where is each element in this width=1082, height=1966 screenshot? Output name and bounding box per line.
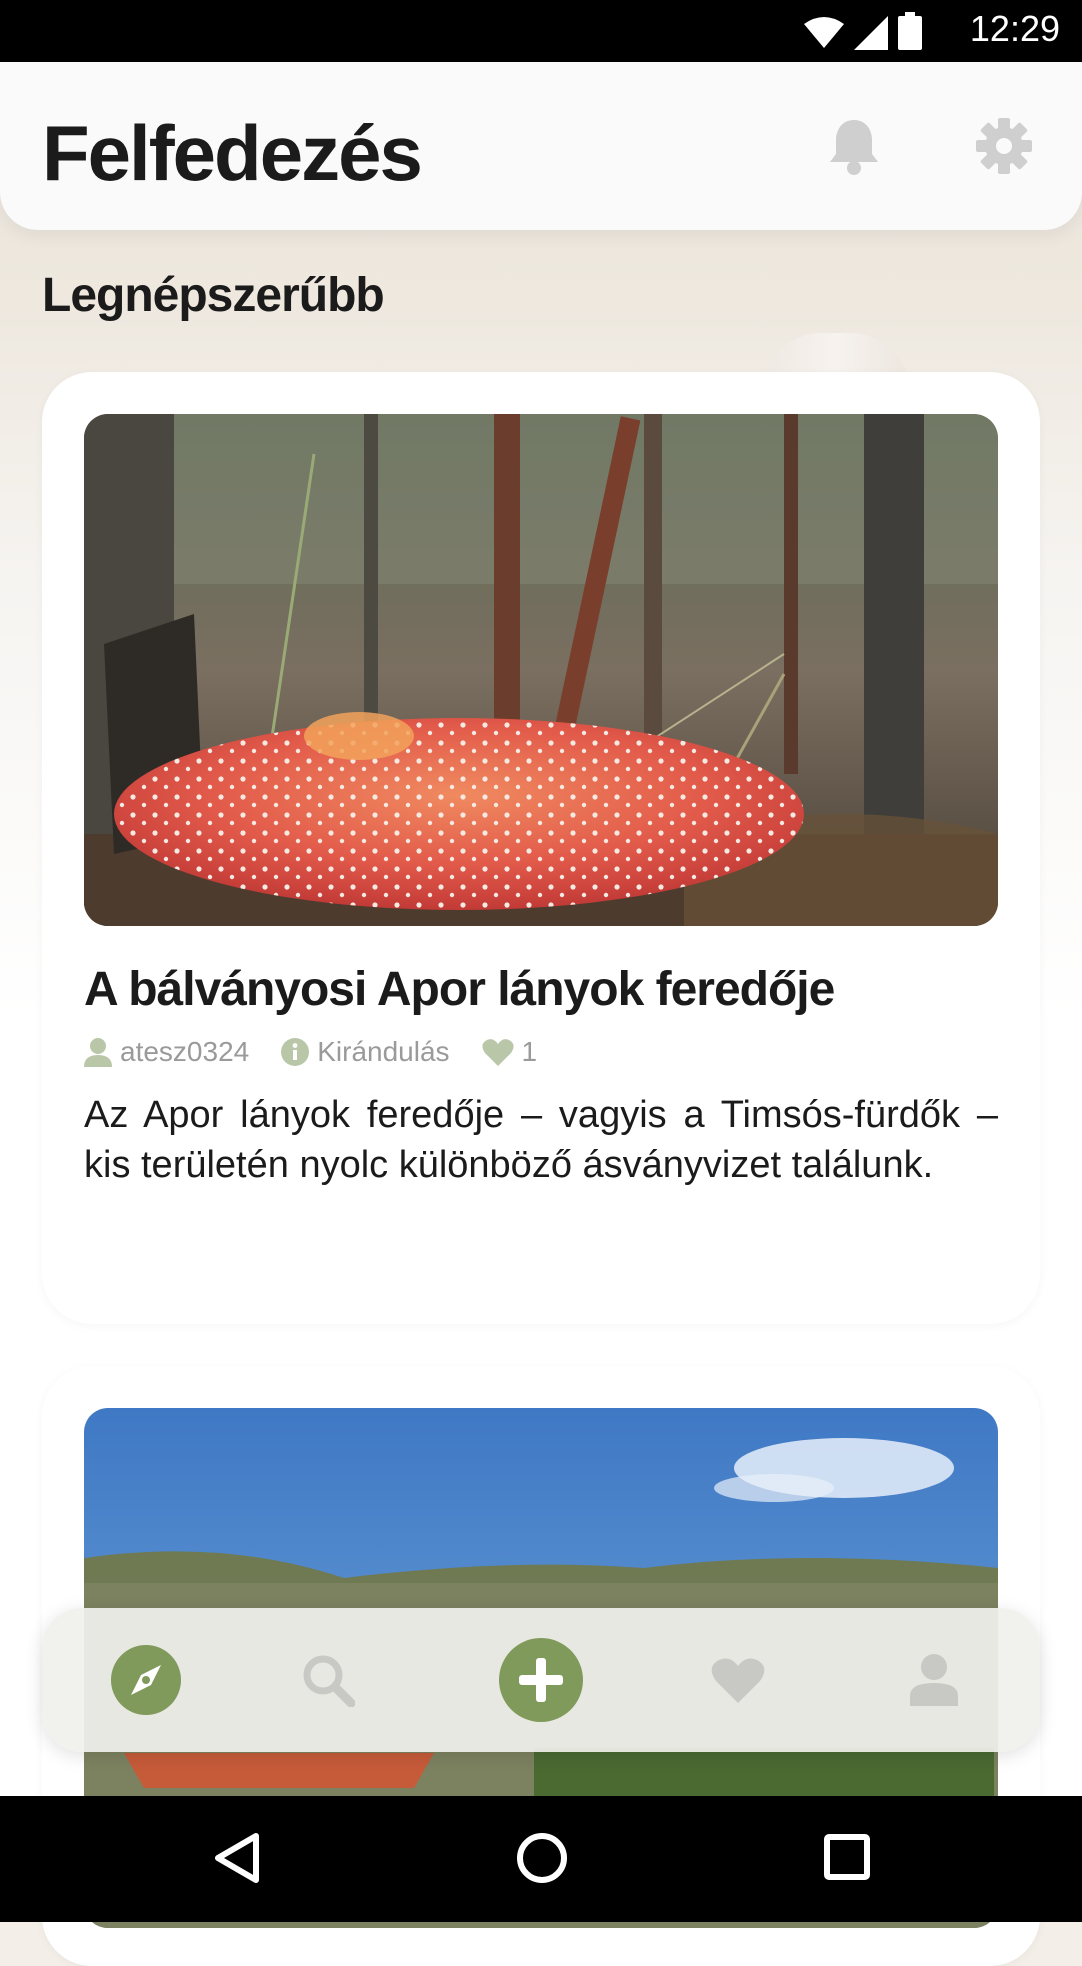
page-title: Felfedezés (42, 109, 423, 197)
nav-favorites[interactable] (692, 1608, 784, 1752)
app-header: Felfedezés (0, 62, 1082, 230)
mushroom-photo (84, 414, 998, 926)
person-icon (84, 1038, 112, 1067)
post-author[interactable]: atesz0324 (84, 1036, 249, 1068)
post-card[interactable]: A bálványosi Apor lányok feredője atesz0… (42, 372, 1040, 1324)
post-excerpt: Az Apor lányok feredője – vagyis a Timsó… (84, 1094, 998, 1186)
home-icon[interactable] (516, 1832, 568, 1884)
nav-profile[interactable] (888, 1608, 980, 1752)
system-nav-bar (0, 1796, 1082, 1922)
status-time: 12:29 (969, 8, 1060, 49)
wifi-icon (804, 17, 844, 48)
post-meta: atesz0324 Kirándulás 1 (84, 1036, 569, 1068)
status-icons (804, 12, 922, 50)
author-name: atesz0324 (120, 1036, 250, 1067)
signal-icon (854, 16, 888, 50)
section-title: Legnépszerűbb (42, 269, 385, 322)
info-icon (281, 1038, 310, 1066)
gear-icon[interactable] (976, 118, 1032, 174)
status-bar: 12:29 (0, 0, 1082, 62)
person-icon (910, 1654, 958, 1706)
post-title[interactable]: A bálványosi Apor lányok feredője (84, 962, 835, 1017)
nav-add[interactable] (496, 1608, 586, 1752)
recents-icon[interactable] (824, 1834, 870, 1880)
add-icon (499, 1638, 583, 1722)
post-likes[interactable]: 1 (481, 1036, 538, 1068)
likes-count: 1 (521, 1036, 538, 1067)
nav-explore[interactable] (100, 1608, 192, 1752)
nav-search[interactable] (282, 1608, 374, 1752)
battery-icon (898, 12, 922, 50)
heart-icon (711, 1658, 765, 1703)
post-photo-mushroom[interactable] (84, 414, 998, 926)
compass-icon (111, 1645, 181, 1715)
back-icon[interactable] (212, 1832, 260, 1884)
bottom-nav (42, 1608, 1040, 1752)
heart-icon (481, 1039, 514, 1066)
search-icon (303, 1655, 355, 1707)
category-label: Kirándulás (317, 1036, 450, 1067)
post-category[interactable]: Kirándulás (281, 1036, 450, 1068)
bell-icon[interactable] (826, 116, 882, 178)
